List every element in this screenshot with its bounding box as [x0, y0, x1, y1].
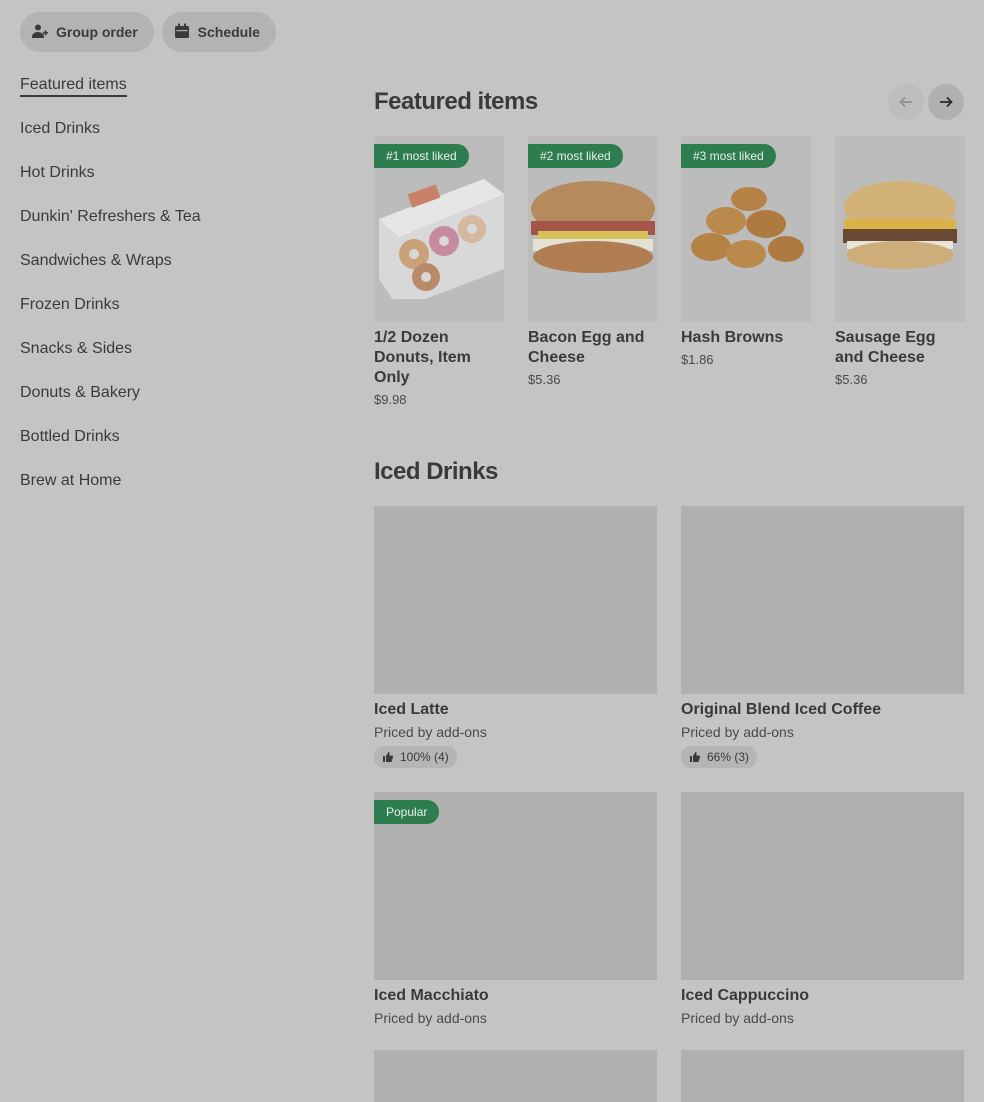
sidebar-item-sandwiches-wraps[interactable]: Sandwiches & Wraps: [20, 248, 320, 292]
donut-box-image: #1 most liked: [374, 136, 504, 322]
item-image-placeholder: [374, 506, 657, 694]
arrow-left-icon: [899, 96, 912, 108]
iced-drinks-section-title: Iced Drinks: [374, 458, 498, 485]
item-image-placeholder: Popular: [374, 792, 657, 980]
menu-item-card[interactable]: Original Blend Iced Coffee Priced by add…: [681, 506, 964, 768]
popular-badge: Popular: [374, 800, 440, 824]
item-price: $5.36: [835, 372, 868, 387]
thumbs-up-icon: [383, 752, 394, 762]
category-sidebar: Featured items Iced Drinks Hot Drinks Du…: [20, 72, 320, 512]
menu-main: Featured items #1 most liked 1/2 Dozen D…: [374, 84, 965, 1102]
menu-item-card[interactable]: Iced Cappuccino Priced by add-ons: [681, 792, 964, 1026]
most-liked-badge: #1 most liked: [374, 144, 469, 168]
muffin-sandwich-image: [835, 136, 965, 322]
menu-item-card[interactable]: Iced Latte Priced by add-ons 100% (4): [374, 506, 657, 768]
item-image-placeholder: [681, 1050, 964, 1102]
schedule-label: Schedule: [197, 24, 260, 40]
calendar-icon: [174, 23, 190, 42]
group-order-button[interactable]: Group order: [20, 12, 154, 52]
item-name: Iced Cappuccino: [681, 987, 810, 1004]
sidebar-item-donuts-bakery[interactable]: Donuts & Bakery: [20, 380, 320, 424]
item-price: $9.98: [374, 392, 407, 407]
item-price: Priced by add-ons: [374, 724, 487, 740]
item-name: Sausage Egg and Cheese: [835, 329, 936, 366]
carousel-next-button[interactable]: [928, 84, 964, 120]
item-name: Original Blend Iced Coffee: [681, 701, 882, 718]
rating-badge: 66% (3): [681, 746, 758, 768]
item-image-placeholder: [681, 792, 964, 980]
rating-text: 100% (4): [400, 750, 449, 764]
item-price: Priced by add-ons: [681, 1010, 794, 1026]
sidebar-item-brew-at-home[interactable]: Brew at Home: [20, 468, 320, 512]
item-price: Priced by add-ons: [374, 1010, 487, 1026]
arrow-right-icon: [940, 96, 953, 108]
group-order-label: Group order: [56, 24, 138, 40]
sidebar-item-featured-items[interactable]: Featured items: [20, 72, 320, 116]
featured-item-card[interactable]: #3 most liked Hash Browns $1.86: [681, 136, 811, 367]
featured-item-card[interactable]: #1 most liked 1/2 Dozen Donuts, Item Onl…: [374, 136, 504, 407]
featured-section-title: Featured items: [374, 88, 538, 115]
add-person-icon: [32, 23, 48, 42]
item-name: Iced Macchiato: [374, 987, 489, 1004]
hash-browns-image: #3 most liked: [681, 136, 811, 322]
rating-badge: 100% (4): [374, 746, 457, 768]
item-price: $1.86: [681, 352, 714, 367]
featured-header: Featured items: [374, 84, 964, 120]
item-price: Priced by add-ons: [681, 724, 794, 740]
sidebar-item-snacks-sides[interactable]: Snacks & Sides: [20, 336, 320, 380]
item-image-placeholder: [681, 506, 964, 694]
item-price: $5.36: [528, 372, 561, 387]
menu-item-card[interactable]: [681, 1050, 964, 1102]
thumbs-up-icon: [690, 752, 701, 762]
item-name: Bacon Egg and Cheese: [528, 329, 645, 366]
sidebar-item-iced-drinks[interactable]: Iced Drinks: [20, 116, 320, 160]
sidebar-item-refreshers-tea[interactable]: Dunkin' Refreshers & Tea: [20, 204, 320, 248]
sidebar-item-hot-drinks[interactable]: Hot Drinks: [20, 160, 320, 204]
item-image-placeholder: [374, 1050, 657, 1102]
item-name: Iced Latte: [374, 701, 449, 718]
top-actions: Group order Schedule: [20, 12, 276, 52]
most-liked-badge: #3 most liked: [681, 144, 776, 168]
featured-item-card[interactable]: #2 most liked Bacon Egg and Cheese $5.36: [528, 136, 658, 387]
bagel-sandwich-image: #2 most liked: [528, 136, 658, 322]
menu-item-card[interactable]: [374, 1050, 657, 1102]
carousel-prev-button[interactable]: [888, 84, 924, 120]
featured-carousel: #1 most liked 1/2 Dozen Donuts, Item Onl…: [374, 136, 974, 426]
featured-item-card[interactable]: Sausage Egg and Cheese $5.36: [835, 136, 965, 387]
item-name: 1/2 Dozen Donuts, Item Only: [374, 329, 471, 386]
schedule-button[interactable]: Schedule: [161, 12, 276, 52]
sidebar-item-bottled-drinks[interactable]: Bottled Drinks: [20, 424, 320, 468]
menu-item-card[interactable]: Popular Iced Macchiato Priced by add-ons: [374, 792, 657, 1026]
rating-text: 66% (3): [707, 750, 750, 764]
most-liked-badge: #2 most liked: [528, 144, 623, 168]
sidebar-item-frozen-drinks[interactable]: Frozen Drinks: [20, 292, 320, 336]
item-name: Hash Browns: [681, 329, 784, 346]
